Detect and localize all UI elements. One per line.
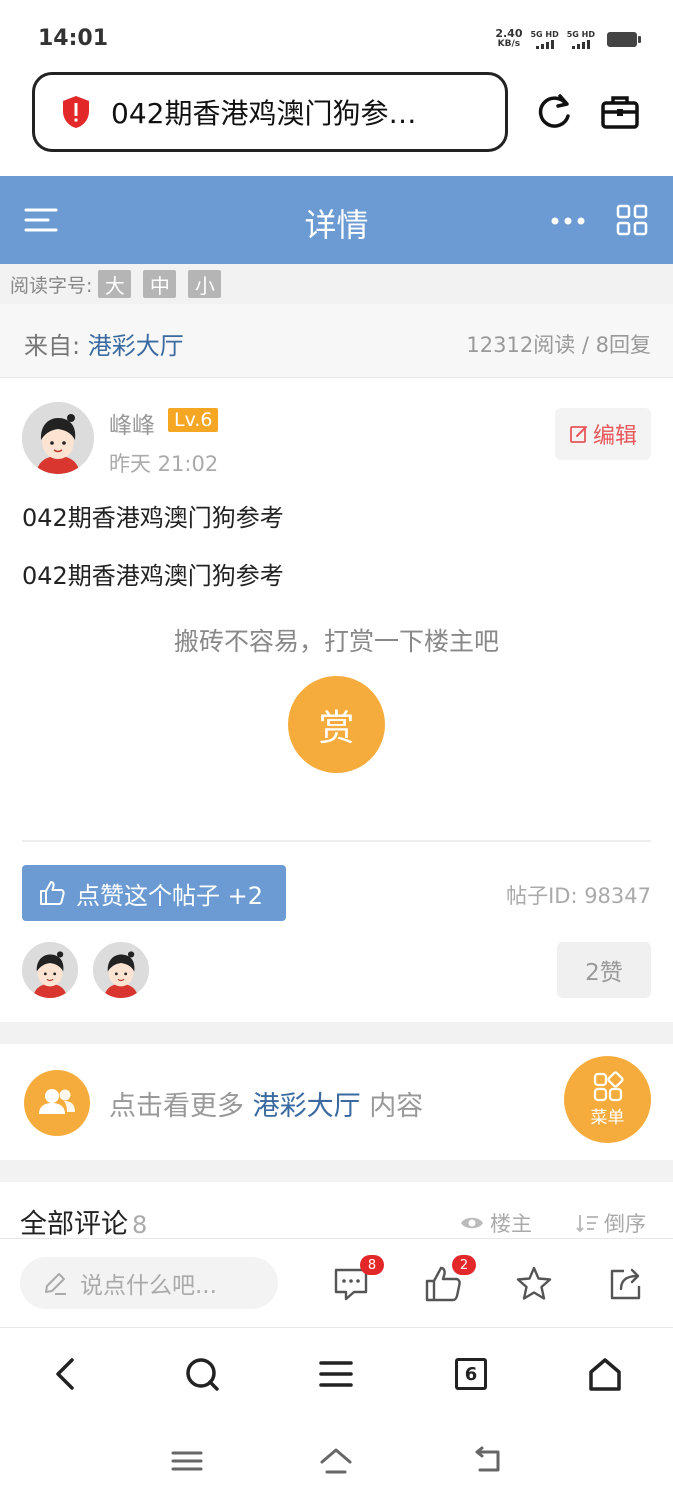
section-gap xyxy=(0,1022,673,1044)
search-icon[interactable] xyxy=(184,1356,220,1392)
like-badge: 2 xyxy=(452,1255,476,1275)
source-bar: 来自: 港彩大厅 12312阅读 / 8回复 xyxy=(0,304,673,378)
comments-count: 8 xyxy=(132,1211,148,1239)
reward-prompt: 搬砖不容易，打赏一下楼主吧 xyxy=(173,627,499,656)
home-icon[interactable] xyxy=(587,1356,623,1392)
comment-input[interactable]: 说点什么吧... xyxy=(20,1257,278,1309)
see-more-bar[interactable]: 点击看更多 港彩大厅 内容 菜单 xyxy=(0,1044,673,1160)
see-more-forum-link[interactable]: 港彩大厅 xyxy=(253,1091,361,1122)
back-icon[interactable] xyxy=(48,1356,84,1392)
apps-icon xyxy=(593,1071,624,1102)
post-time: 昨天 21:02 xyxy=(109,452,219,476)
toolbox-icon[interactable] xyxy=(600,92,640,132)
app-header: 详情 xyxy=(0,176,673,264)
more-dots-icon[interactable] xyxy=(550,216,586,226)
eye-icon xyxy=(461,1217,483,1229)
avatar[interactable] xyxy=(22,402,94,474)
source-forum-link[interactable]: 港彩大厅 xyxy=(88,332,184,360)
sort-order-button[interactable]: 倒序 xyxy=(576,1208,646,1238)
browser-nav-bar: 6 xyxy=(0,1328,673,1424)
post-content-line: 042期香港鸡澳门狗参考 xyxy=(22,504,284,532)
menu-fab-button[interactable]: 菜单 xyxy=(564,1056,651,1143)
font-size-label: 阅读字号: xyxy=(10,274,93,297)
author-name[interactable]: 峰峰 xyxy=(109,406,155,440)
share-icon[interactable] xyxy=(607,1265,645,1303)
font-size-medium-button[interactable]: 中 xyxy=(143,270,177,298)
edit-button[interactable]: 编辑 xyxy=(555,408,651,460)
post-id: 帖子ID: 98347 xyxy=(506,884,651,908)
section-gap xyxy=(0,1160,673,1182)
like-count-button[interactable]: 2赞 xyxy=(557,942,651,998)
status-bar: 14:01 2.40 KB/s 5G HD 5G HD xyxy=(0,0,673,64)
home-icon[interactable] xyxy=(319,1444,353,1478)
system-nav-bar xyxy=(0,1424,673,1500)
level-badge: Lv.6 xyxy=(168,408,219,432)
signal-1-icon: 5G HD xyxy=(530,30,559,49)
post-content-line: 042期香港鸡澳门狗参考 xyxy=(22,562,284,590)
status-time: 14:01 xyxy=(38,26,109,51)
comment-badge: 8 xyxy=(360,1255,384,1275)
network-speed: 2.40 KB/s xyxy=(495,27,523,49)
see-more-text: 点击看更多 港彩大厅 内容 xyxy=(109,1091,424,1122)
grid-icon[interactable] xyxy=(616,204,648,236)
group-icon xyxy=(24,1070,90,1136)
source-info: 来自: 港彩大厅 xyxy=(24,332,184,360)
liker-avatar[interactable] xyxy=(22,942,78,998)
browser-address-bar: 042期香港鸡澳门狗参… xyxy=(0,64,673,176)
recent-apps-icon[interactable] xyxy=(170,1444,204,1478)
edit-icon xyxy=(570,426,587,443)
filter-owner-button[interactable]: 楼主 xyxy=(460,1208,532,1238)
comments-title: 全部评论 8 xyxy=(20,1209,148,1240)
thumbs-up-icon xyxy=(40,881,65,905)
reward-button[interactable]: 赏 xyxy=(288,676,385,773)
font-size-large-button[interactable]: 大 xyxy=(98,270,132,298)
post-card: 峰峰 Lv.6 昨天 21:02 编辑 042期香港鸡澳门狗参考 042期香港鸡… xyxy=(0,378,673,1022)
menu-lines-icon[interactable] xyxy=(318,1356,354,1392)
divider xyxy=(22,840,651,842)
pencil-icon xyxy=(45,1273,66,1295)
bottom-action-bar: 说点什么吧... 8 2 xyxy=(0,1238,673,1328)
back-icon[interactable] xyxy=(470,1444,504,1478)
font-size-small-button[interactable]: 小 xyxy=(188,270,222,298)
url-field[interactable]: 042期香港鸡澳门狗参… xyxy=(32,72,508,152)
font-size-bar: 阅读字号: 大 中 小 xyxy=(0,264,673,304)
sort-icon xyxy=(576,1215,598,1233)
battery-icon xyxy=(607,31,641,47)
post-stats: 12312阅读 / 8回复 xyxy=(466,333,651,357)
star-icon[interactable] xyxy=(515,1265,553,1303)
url-title[interactable]: 042期香港鸡澳门狗参… xyxy=(111,92,416,132)
reload-icon[interactable] xyxy=(532,90,576,134)
tabs-button[interactable]: 6 xyxy=(455,1358,487,1390)
comments-header: 全部评论 8 楼主 倒序 xyxy=(0,1182,673,1240)
signal-2-icon: 5G HD xyxy=(567,30,595,49)
shield-alert-icon[interactable] xyxy=(61,95,91,129)
liker-avatar[interactable] xyxy=(93,942,149,998)
status-indicators: 2.40 KB/s 5G HD 5G HD xyxy=(495,27,641,50)
like-post-button[interactable]: 点赞这个帖子 +2 xyxy=(22,865,286,921)
